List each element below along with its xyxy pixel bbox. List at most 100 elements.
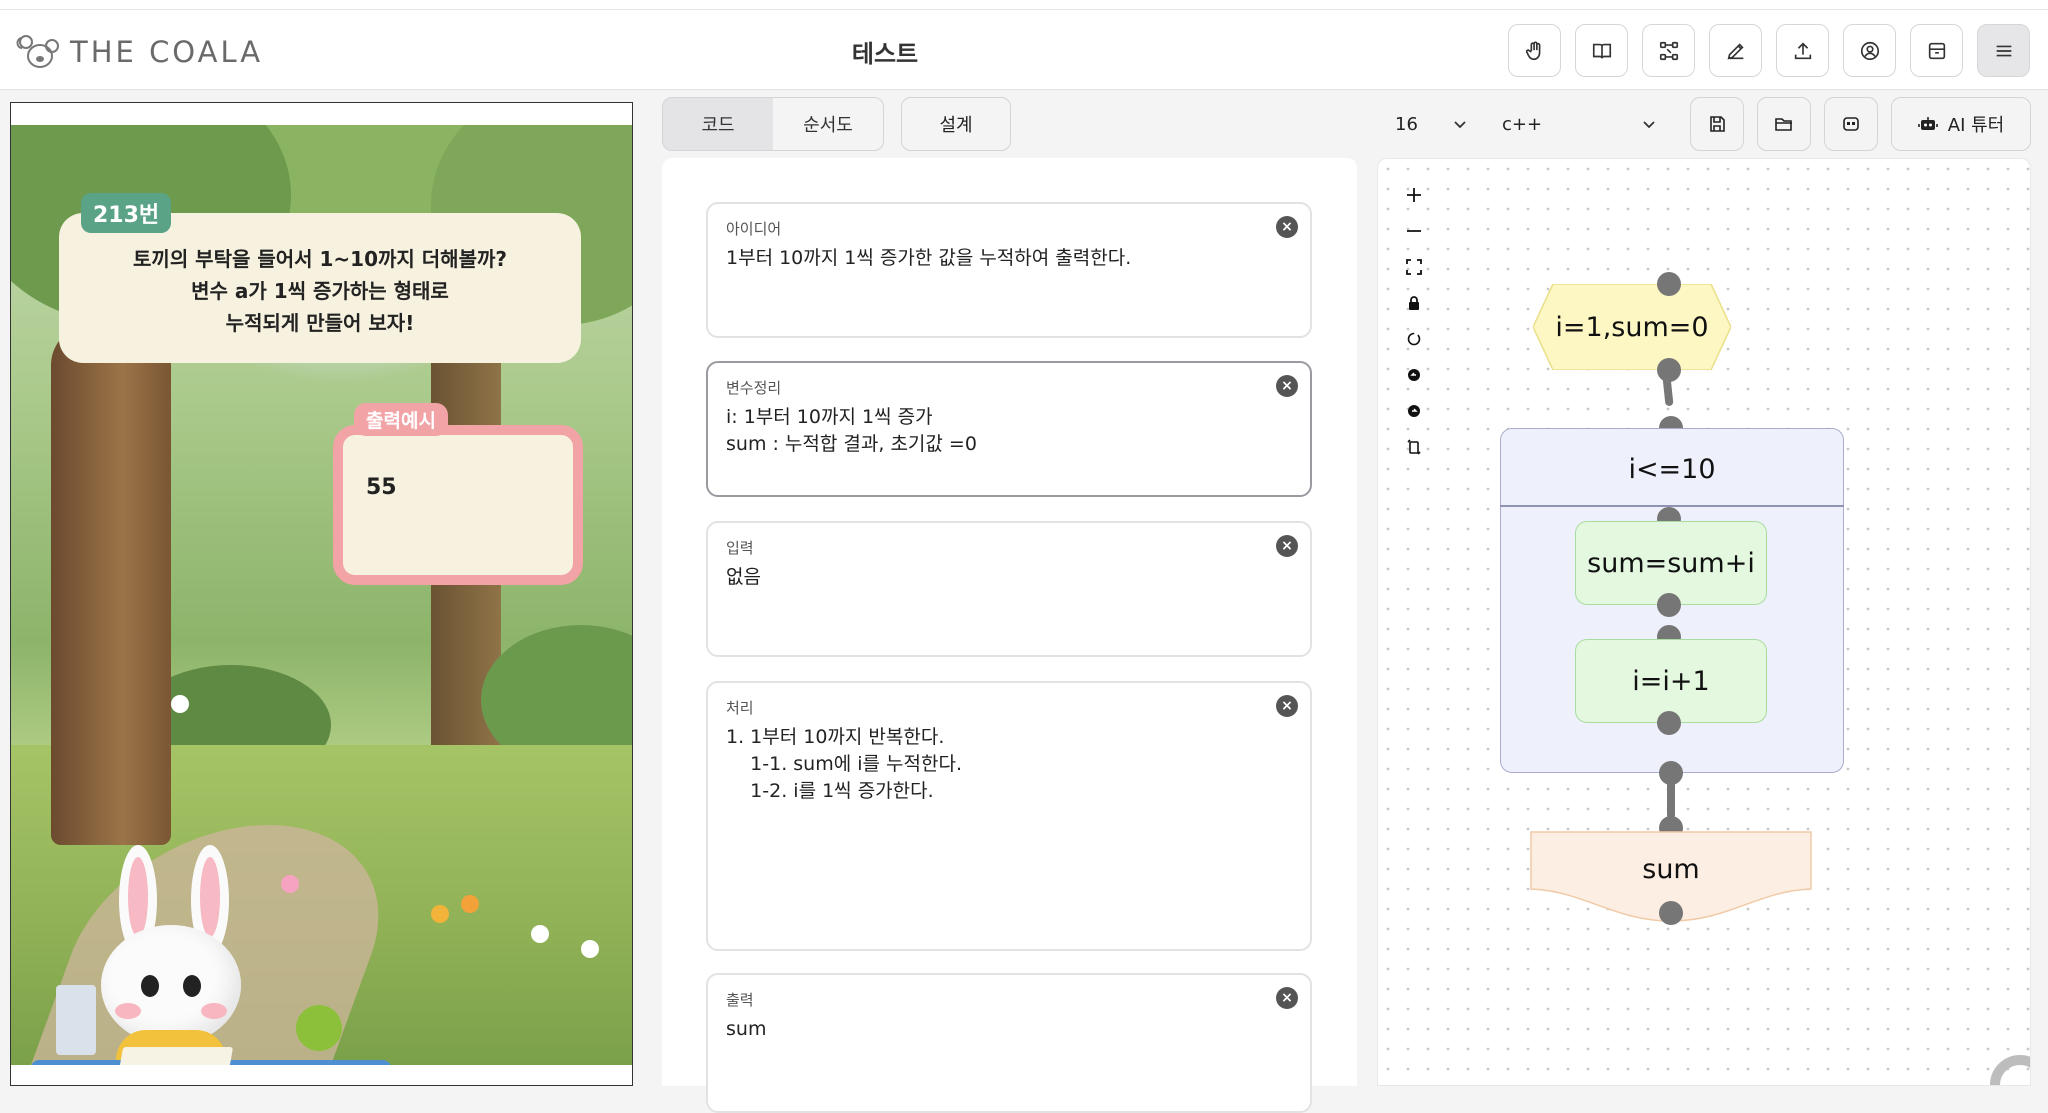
output-example-card bbox=[333, 425, 583, 585]
lock-button[interactable] bbox=[1400, 289, 1428, 317]
zoom-in-button[interactable] bbox=[1400, 181, 1428, 209]
undo-button[interactable] bbox=[1400, 361, 1428, 389]
rotate-button[interactable] bbox=[1400, 433, 1428, 461]
plus-icon bbox=[1407, 188, 1421, 202]
field-label: 처리 bbox=[726, 699, 754, 717]
field-value[interactable]: sum bbox=[726, 1016, 1292, 1043]
field-label: 입력 bbox=[726, 539, 754, 557]
language-select[interactable]: c++ bbox=[1484, 97, 1674, 151]
fit-view-icon bbox=[1406, 259, 1422, 275]
pencil-icon bbox=[1727, 42, 1744, 59]
open-book bbox=[118, 1047, 234, 1065]
redo-button[interactable] bbox=[1400, 397, 1428, 425]
archive-button[interactable] bbox=[1910, 24, 1963, 77]
app-header: THE COALA 테스트 bbox=[0, 10, 2048, 90]
nodes-icon bbox=[1659, 41, 1678, 60]
zoom-out-button[interactable] bbox=[1400, 217, 1428, 245]
flower bbox=[281, 875, 299, 893]
flower bbox=[581, 940, 599, 958]
field-value[interactable]: 없음 bbox=[726, 564, 1292, 591]
reset-button[interactable] bbox=[1400, 325, 1428, 353]
bunny-eye bbox=[183, 975, 201, 997]
field-label: 출력 bbox=[726, 991, 754, 1009]
hand-icon bbox=[1525, 41, 1540, 60]
field-value[interactable]: i: 1부터 10까지 1씩 증가 sum : 누적합 결과, 초기값 =0 bbox=[726, 404, 1292, 458]
upload-icon bbox=[1794, 41, 1811, 59]
input-field[interactable]: 입력 없음 × bbox=[706, 521, 1312, 657]
top-edge bbox=[0, 0, 2048, 10]
loop-divider bbox=[1500, 505, 1844, 507]
bunny bbox=[101, 925, 241, 1045]
font-size-select[interactable]: 16 bbox=[1377, 97, 1485, 151]
bunny-cheek bbox=[115, 1003, 141, 1019]
redo-icon bbox=[1408, 405, 1420, 417]
connector-port[interactable] bbox=[1657, 593, 1681, 617]
connector-port[interactable] bbox=[1657, 711, 1681, 735]
problem-line: 변수 a가 1씩 증가하는 형태로 bbox=[191, 279, 449, 303]
open-folder-button[interactable] bbox=[1757, 97, 1811, 151]
pencil-cup bbox=[56, 985, 96, 1055]
tab-code[interactable]: 코드 bbox=[663, 98, 773, 150]
scroll-handle[interactable] bbox=[1990, 1055, 2030, 1085]
field-label: 아이디어 bbox=[726, 220, 782, 238]
rotate-icon bbox=[1407, 439, 1421, 455]
init-node[interactable]: i=1,sum=0 bbox=[1533, 284, 1731, 370]
lock-icon bbox=[1409, 296, 1419, 310]
design-button[interactable]: 설계 bbox=[901, 97, 1011, 151]
robot-icon bbox=[1917, 117, 1938, 130]
user-circle-icon bbox=[1860, 41, 1879, 60]
bunny-eye bbox=[141, 975, 159, 997]
folder-open-icon bbox=[1775, 118, 1792, 131]
variables-field[interactable]: 변수정리 i: 1부터 10까지 1씩 증가 sum : 누적합 결과, 초기값… bbox=[706, 361, 1312, 497]
menu-button[interactable] bbox=[1977, 24, 2030, 77]
header-toolbar bbox=[1508, 24, 2030, 77]
output-example-value: 55 bbox=[366, 475, 397, 500]
process-field[interactable]: 처리 1. 1부터 10까지 반복한다. 1-1. sum에 i를 누적한다. … bbox=[706, 681, 1312, 951]
flowchart-canvas[interactable]: i=1,sum=0 i<=10 sum=sum+i i=i+1 sum bbox=[1377, 158, 2031, 1086]
save-button[interactable] bbox=[1690, 97, 1744, 151]
output-node[interactable]: sum bbox=[1528, 829, 1814, 909]
fit-view-button[interactable] bbox=[1400, 253, 1428, 281]
ai-tutor-button[interactable]: AI 튜터 bbox=[1891, 97, 2031, 151]
field-value[interactable]: 1부터 10까지 1씩 증가한 값을 누적하여 출력한다. bbox=[726, 245, 1292, 272]
clear-icon[interactable]: × bbox=[1276, 216, 1298, 238]
clear-icon[interactable]: × bbox=[1276, 375, 1298, 397]
output-field[interactable]: 출력 sum × bbox=[706, 973, 1312, 1113]
output-example-label: 출력예시 bbox=[354, 403, 448, 436]
design-panel: 아이디어 1부터 10까지 1씩 증가한 값을 누적하여 출력한다. × 변수정… bbox=[662, 158, 1357, 1113]
hand-button[interactable] bbox=[1508, 24, 1561, 77]
book-icon bbox=[1592, 43, 1611, 58]
flower bbox=[171, 695, 189, 713]
chevron-down-icon bbox=[1454, 121, 1466, 129]
idea-field[interactable]: 아이디어 1부터 10까지 1씩 증가한 값을 누적하여 출력한다. × bbox=[706, 202, 1312, 338]
robot-face-icon bbox=[1843, 117, 1859, 131]
undo-icon bbox=[1408, 369, 1420, 381]
nodes-button[interactable] bbox=[1642, 24, 1695, 77]
clear-icon[interactable]: × bbox=[1276, 987, 1298, 1009]
field-value[interactable]: 1. 1부터 10까지 반복한다. 1-1. sum에 i를 누적한다. 1-2… bbox=[726, 724, 1292, 805]
loop-condition[interactable]: i<=10 bbox=[1500, 434, 1844, 504]
reset-icon bbox=[1407, 332, 1421, 346]
flower bbox=[531, 925, 549, 943]
user-button[interactable] bbox=[1843, 24, 1896, 77]
connector-line bbox=[1667, 779, 1675, 819]
pencil-button[interactable] bbox=[1709, 24, 1762, 77]
problem-number-badge: 213번 bbox=[81, 193, 172, 233]
chevron-down-icon bbox=[1643, 121, 1655, 129]
book-button[interactable] bbox=[1575, 24, 1628, 77]
connector-port[interactable] bbox=[1657, 272, 1681, 296]
bunny-cheek bbox=[201, 1003, 227, 1019]
problem-illustration: 토끼의 부탁을 들어서 1~10까지 더해볼까? 변수 a가 1씩 증가하는 형… bbox=[10, 102, 633, 1086]
upload-button[interactable] bbox=[1776, 24, 1829, 77]
hint-button[interactable] bbox=[1824, 97, 1878, 151]
problem-line: 토끼의 부탁을 들어서 1~10까지 더해볼까? bbox=[133, 247, 507, 271]
archive-icon bbox=[1928, 42, 1945, 59]
field-label: 변수정리 bbox=[726, 379, 782, 397]
problem-line: 누적되게 만들어 보자! bbox=[225, 311, 415, 335]
ai-tutor-label: AI 튜터 bbox=[1947, 115, 2005, 136]
tab-flowchart[interactable]: 순서도 bbox=[773, 98, 883, 150]
clear-icon[interactable]: × bbox=[1276, 535, 1298, 557]
clear-icon[interactable]: × bbox=[1276, 695, 1298, 717]
flower bbox=[461, 895, 479, 913]
connector-port[interactable] bbox=[1659, 901, 1683, 925]
